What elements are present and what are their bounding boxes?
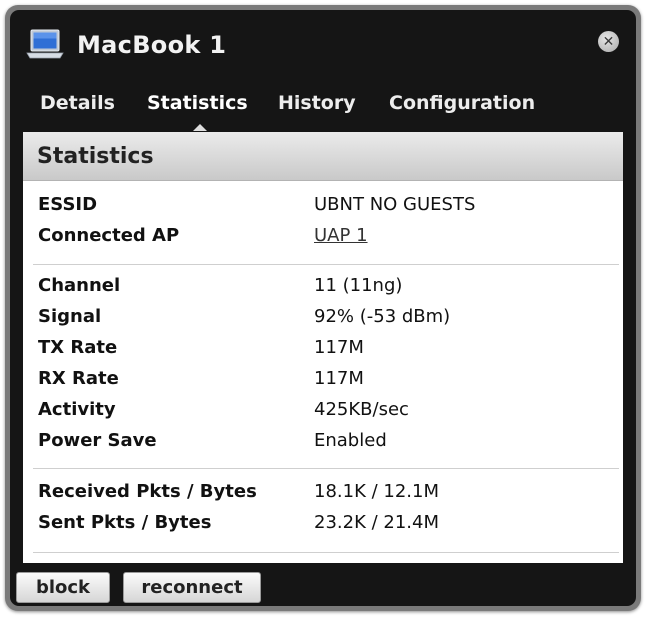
stat-value: 117M bbox=[314, 368, 364, 389]
stat-row-sent: Sent Pkts / Bytes 23.2K / 21.4M bbox=[23, 512, 623, 538]
stat-label: Signal bbox=[38, 306, 102, 327]
close-icon[interactable]: ✕ bbox=[598, 31, 619, 52]
divider bbox=[33, 264, 619, 265]
tab-details[interactable]: Details bbox=[40, 92, 115, 114]
tab-configuration[interactable]: Configuration bbox=[389, 92, 535, 114]
tab-history[interactable]: History bbox=[278, 92, 356, 114]
tab-statistics[interactable]: Statistics bbox=[147, 92, 248, 114]
window-title: MacBook 1 bbox=[77, 31, 227, 59]
stat-label: Received Pkts / Bytes bbox=[38, 481, 257, 502]
section-header: Statistics bbox=[23, 132, 623, 181]
stat-row-connected-ap: Connected AP UAP 1 bbox=[23, 225, 623, 251]
stat-label: Power Save bbox=[38, 430, 157, 451]
tab-bar: Details Statistics History Configuration bbox=[10, 84, 636, 132]
stat-label: Sent Pkts / Bytes bbox=[38, 512, 212, 533]
section-title: Statistics bbox=[37, 144, 154, 169]
stat-label: Activity bbox=[38, 399, 116, 420]
stat-label: ESSID bbox=[38, 194, 98, 215]
stat-label: TX Rate bbox=[38, 337, 118, 358]
client-detail-window: MacBook 1 ✕ Details Statistics History C… bbox=[10, 10, 636, 606]
laptop-icon bbox=[26, 29, 64, 59]
stat-value: 117M bbox=[314, 337, 364, 358]
stat-value: 425KB/sec bbox=[314, 399, 409, 420]
reconnect-button[interactable]: reconnect bbox=[123, 572, 261, 603]
stat-row-power-save: Power Save Enabled bbox=[23, 430, 623, 456]
stat-value: 18.1K / 12.1M bbox=[314, 481, 439, 502]
stat-value: 23.2K / 21.4M bbox=[314, 512, 439, 533]
stat-row-essid: ESSID UBNT NO GUESTS bbox=[23, 194, 623, 220]
divider bbox=[33, 468, 619, 469]
stat-row-tx-rate: TX Rate 117M bbox=[23, 337, 623, 363]
stat-row-signal: Signal 92% (-53 dBm) bbox=[23, 306, 623, 332]
statistics-panel: Statistics ESSID UBNT NO GUESTS Connecte… bbox=[23, 132, 623, 563]
stat-row-received: Received Pkts / Bytes 18.1K / 12.1M bbox=[23, 481, 623, 507]
stat-label: Connected AP bbox=[38, 225, 180, 246]
stat-row-activity: Activity 425KB/sec bbox=[23, 399, 623, 425]
stat-value: UBNT NO GUESTS bbox=[314, 194, 476, 215]
connected-ap-link[interactable]: UAP 1 bbox=[314, 225, 368, 246]
stat-row-rx-rate: RX Rate 117M bbox=[23, 368, 623, 394]
stat-value: Enabled bbox=[314, 430, 387, 451]
stat-value: 92% (-53 dBm) bbox=[314, 306, 451, 327]
active-tab-pointer-icon bbox=[193, 124, 207, 131]
stat-label: Channel bbox=[38, 275, 121, 296]
stat-row-channel: Channel 11 (11ng) bbox=[23, 275, 623, 301]
block-button[interactable]: block bbox=[16, 572, 110, 603]
divider bbox=[33, 552, 619, 553]
window-titlebar: MacBook 1 ✕ bbox=[10, 10, 636, 78]
stat-value: 11 (11ng) bbox=[314, 275, 403, 296]
stat-label: RX Rate bbox=[38, 368, 119, 389]
